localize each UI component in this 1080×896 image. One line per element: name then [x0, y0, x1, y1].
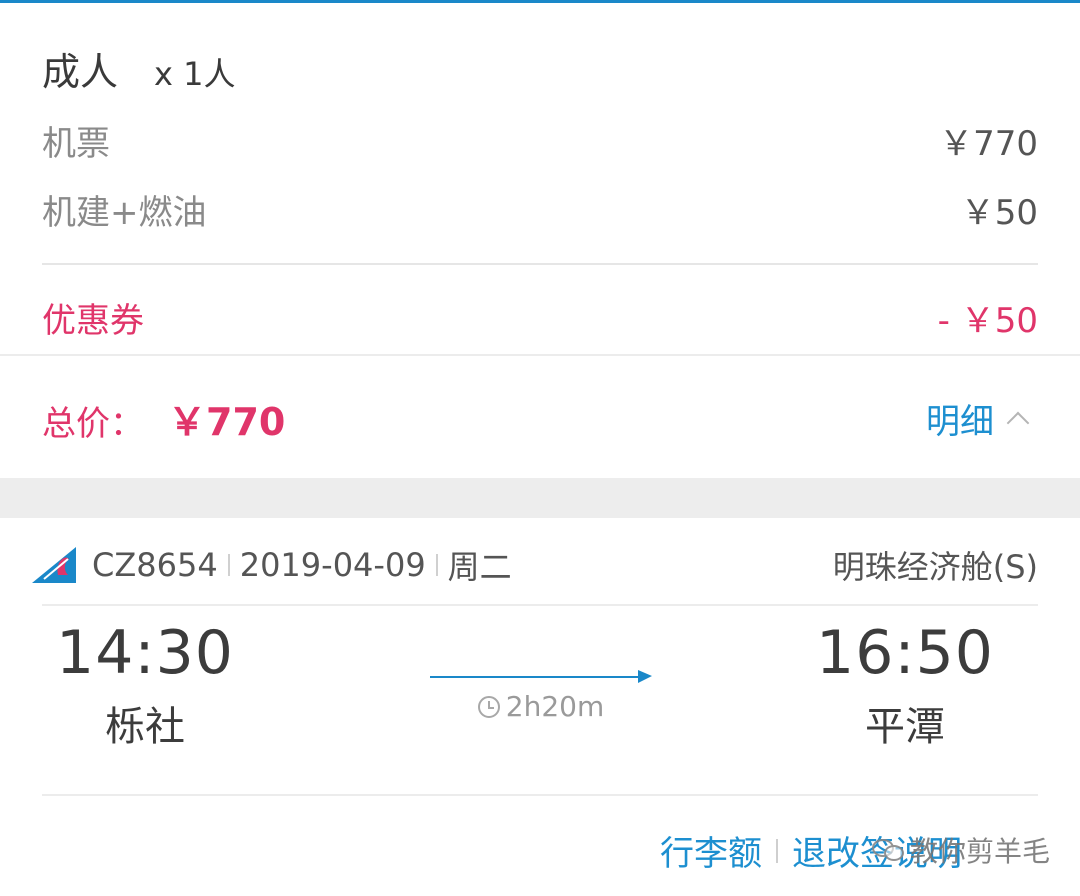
- arrow-head-icon: [638, 670, 652, 683]
- fee-label: 机票: [42, 124, 110, 164]
- section-gap: [0, 478, 1080, 518]
- flight-weekday: 周二: [447, 548, 512, 586]
- chevron-up-icon: [1006, 411, 1030, 435]
- fee-value: ￥50: [960, 193, 1038, 233]
- divider: [42, 263, 1038, 265]
- total-value: ￥770: [168, 399, 286, 444]
- divider: [42, 794, 1038, 796]
- separator: [776, 838, 778, 863]
- route-arrow: [430, 670, 652, 683]
- watermark: 教你剪羊毛: [872, 830, 1050, 870]
- separator: [227, 554, 230, 576]
- coupon-value: - ￥50: [937, 301, 1038, 341]
- flight-duration-block: 2h20m: [430, 670, 652, 723]
- passenger-type: 成人: [42, 50, 119, 94]
- flight-date: 2019-04-09: [239, 546, 426, 584]
- price-detail-button[interactable]: 明细: [926, 394, 1038, 443]
- wechat-icon: [872, 837, 906, 863]
- arrival-time: 16:50: [816, 618, 994, 688]
- fee-label: 机建+燃油: [42, 193, 207, 233]
- separator: [435, 554, 438, 576]
- flight-header: CZ8654 2019-04-09 周二 明珠经济舱(S): [30, 542, 1038, 588]
- fee-value: ￥770: [939, 124, 1038, 164]
- departure-city: 栎社: [105, 704, 185, 750]
- passenger-row: 成人 x 1人: [42, 41, 236, 96]
- coupon-label: 优惠券: [42, 301, 144, 341]
- duration-text: 2h20m: [505, 690, 605, 723]
- duration: 2h20m: [430, 690, 652, 723]
- baggage-allowance-link[interactable]: 行李额: [660, 826, 762, 875]
- airline-logo-icon: [32, 547, 76, 583]
- flight-number: CZ8654: [92, 546, 218, 584]
- departure-time: 14:30: [56, 618, 234, 688]
- fee-row-tax-fuel: 机建+燃油 ￥50: [42, 185, 1038, 234]
- fee-row-ticket: 机票 ￥770: [42, 116, 1038, 165]
- total-price: 总价： ￥770: [42, 391, 285, 446]
- divider: [0, 354, 1080, 356]
- price-detail-label: 明细: [926, 401, 994, 442]
- departure-block: 14:30 栎社: [40, 618, 250, 752]
- cabin-class: 明珠经济舱(S): [832, 548, 1038, 586]
- watermark-text: 教你剪羊毛: [910, 835, 1051, 868]
- passenger-count: x 1人: [154, 55, 236, 93]
- arrival-block: 16:50 平潭: [800, 618, 1010, 752]
- total-label: 总价：: [42, 403, 144, 444]
- total-price-row: 总价： ￥770 明细: [42, 392, 1038, 444]
- flight-meta: CZ8654 2019-04-09 周二: [30, 542, 512, 588]
- arrival-city: 平潭: [865, 704, 945, 750]
- price-breakdown-card: 成人 x 1人 机票 ￥770 机建+燃油 ￥50 优惠券 - ￥50: [0, 3, 1080, 355]
- flight-info-card: CZ8654 2019-04-09 周二 明珠经济舱(S) 14:30 栎社 2…: [0, 518, 1080, 896]
- clock-icon: [477, 695, 500, 718]
- coupon-row: 优惠券 - ￥50: [42, 293, 1038, 342]
- divider: [42, 604, 1038, 606]
